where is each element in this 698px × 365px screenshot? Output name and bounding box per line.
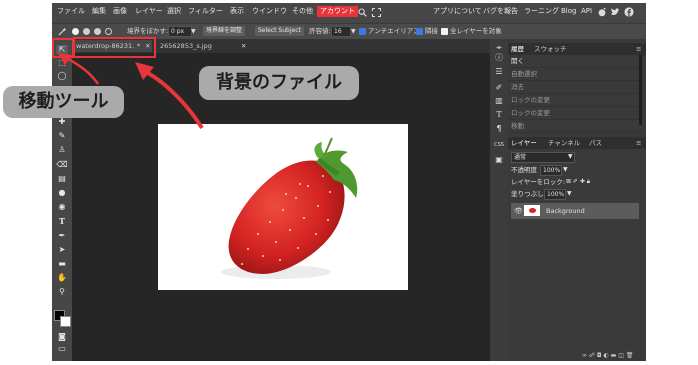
move-tool-callout: 移動ツール [3, 86, 124, 118]
background-file-callout: 背景のファイル [199, 66, 359, 100]
arrow-to-move-tool [58, 53, 204, 130]
